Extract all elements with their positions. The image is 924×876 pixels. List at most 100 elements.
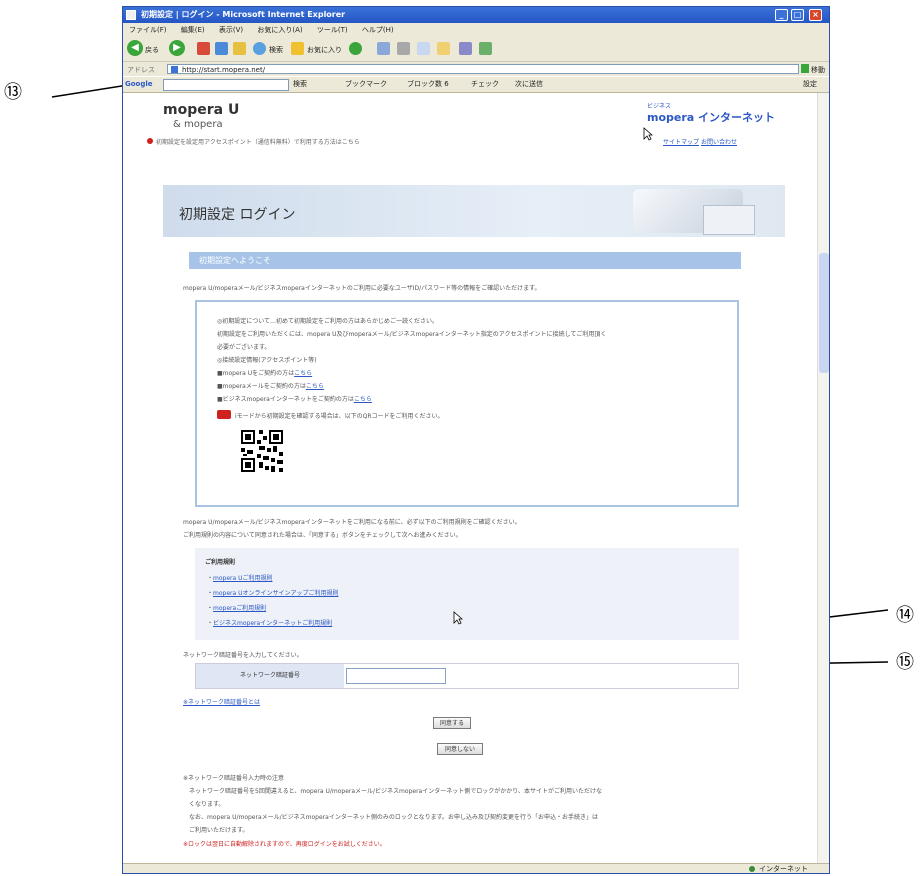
access-point-link[interactable]: こちら	[306, 383, 324, 390]
forward-icon[interactable]: ▶	[169, 40, 185, 56]
settings-button[interactable]: 設定	[803, 77, 817, 92]
network-password-help-link[interactable]: ※ネットワーク暗証番号とは	[183, 697, 260, 706]
imode-icon	[217, 410, 231, 419]
google-logo[interactable]: Google	[125, 77, 153, 92]
terms-link-mopera-u: ・mopera Uご利用規則	[207, 575, 273, 582]
network-password-row: ネットワーク暗証番号	[195, 663, 739, 689]
terms-link-business: ・ビジネスmoperaインターネットご利用規則	[207, 620, 333, 627]
site-map-link[interactable]: サイトマップ	[663, 137, 699, 146]
back-label[interactable]: 戻る	[145, 45, 159, 55]
terms-link[interactable]: ビジネスmoperaインターネットご利用規則	[213, 620, 332, 627]
status-bar: インターネット	[123, 863, 829, 873]
globe-icon	[749, 866, 755, 872]
terms-link-mopera: ・moperaご利用規則	[207, 605, 267, 612]
maximize-button[interactable]: □	[791, 9, 804, 21]
browser-window: 初期設定 | ログイン - Microsoft Internet Explore…	[122, 6, 830, 874]
favorites-label[interactable]: お気に入り	[307, 45, 342, 55]
note-line-4: ご利用いただけます。	[189, 827, 249, 834]
edit-icon[interactable]	[417, 42, 430, 55]
search-label[interactable]: 検索	[269, 45, 283, 55]
menu-bar: ファイル(F) 編集(E) 表示(V) お気に入り(A) ツール(T) ヘルプ(…	[123, 23, 829, 37]
menu-view[interactable]: 表示(V)	[219, 26, 243, 34]
google-search-button[interactable]: 検索	[293, 77, 307, 92]
address-input[interactable]: http://start.mopera.net/	[167, 64, 799, 74]
logo-main: mopera U	[163, 102, 240, 118]
agree-button[interactable]: 同意する	[433, 717, 471, 729]
refresh-icon[interactable]	[215, 42, 228, 55]
menu-favorites[interactable]: お気に入り(A)	[257, 26, 302, 34]
access-point-prefix: ■mopera Uをご契約の方は	[217, 370, 295, 377]
scrollbar-thumb[interactable]	[819, 253, 829, 373]
access-point-link[interactable]: こちら	[354, 396, 372, 403]
box-line-2: 初期設定をご利用いただくには、mopera U及びmoperaメール/ビジネスm…	[217, 331, 607, 338]
terms-link-signup: ・mopera Uオンラインサインアップご利用規則	[207, 590, 339, 597]
address-label: アドレス	[127, 66, 155, 74]
address-bar: アドレス http://start.mopera.net/ 移動	[123, 62, 829, 76]
access-point-prefix: ■ビジネスmoperaインターネットをご契約の方は	[217, 396, 354, 403]
vertical-scrollbar[interactable]	[817, 93, 829, 863]
page-banner: 初期設定 ログイン	[163, 185, 785, 237]
laptop-illustration	[703, 205, 755, 235]
mail-icon[interactable]	[377, 42, 390, 55]
menu-help[interactable]: ヘルプ(H)	[362, 26, 394, 34]
note-line-2: くなります。	[189, 801, 225, 808]
disagree-button[interactable]: 同意しない	[437, 743, 483, 755]
toolbar: ◀ 戻る ▶ 検索 お気に入り	[123, 37, 829, 62]
access-point-business: ■ビジネスmoperaインターネットをご契約の方はこちら	[217, 394, 372, 403]
cursor-icon	[453, 611, 463, 625]
page-icon	[171, 66, 178, 73]
address-url: http://start.mopera.net/	[182, 66, 266, 74]
access-point-mopera-mail: ■moperaメールをご契約の方はこちら	[217, 381, 324, 390]
folder-icon[interactable]	[437, 42, 450, 55]
cursor-icon	[643, 127, 653, 141]
intro-text: mopera U/moperaメール/ビジネスmoperaインターネットのご利用…	[183, 285, 541, 292]
terms-box: ご利用規則 ・mopera Uご利用規則 ・mopera Uオンラインサインアッ…	[195, 548, 739, 640]
menu-edit[interactable]: 編集(E)	[181, 26, 205, 34]
access-point-link[interactable]: こちら	[294, 370, 312, 377]
research-icon[interactable]	[459, 42, 472, 55]
mopera-u-logo[interactable]: mopera U	[163, 99, 239, 118]
back-icon[interactable]: ◀	[127, 40, 143, 56]
terms-link[interactable]: mopera Uご利用規則	[213, 575, 272, 582]
box-line-4: ◎接続設定情報(アクセスポイント等)	[217, 357, 317, 364]
go-icon[interactable]	[801, 64, 809, 73]
home-icon[interactable]	[233, 42, 246, 55]
bookmarks-button[interactable]: ブックマーク	[345, 77, 387, 92]
network-password-input[interactable]	[346, 668, 446, 684]
messenger-icon[interactable]	[479, 42, 492, 55]
search-icon[interactable]	[253, 42, 266, 55]
notice-link[interactable]: 初期設定を設定用アクセスポイント（通信料無料）で利用する方法はこちら	[156, 137, 360, 146]
history-icon[interactable]	[349, 42, 362, 55]
network-prompt: ネットワーク暗証番号を入力してください。	[183, 652, 303, 659]
contact-link[interactable]: お問い合わせ	[701, 137, 737, 146]
google-search-input[interactable]	[163, 79, 289, 91]
logo-sub: & mopera	[173, 119, 223, 130]
box-line-1: ◎初期設定について…初めて初期設定をご利用の方はあらかじめご一読ください。	[217, 318, 439, 325]
favorites-icon[interactable]	[291, 42, 304, 55]
menu-tools[interactable]: ツール(T)	[317, 26, 348, 34]
ie-icon	[126, 10, 136, 20]
biz-logo[interactable]: mopera インターネット	[647, 109, 775, 125]
google-toolbar: Google 検索 ブックマーク ブロック数 6 チェック 次に送信 設定	[123, 77, 829, 93]
menu-file[interactable]: ファイル(F)	[129, 26, 167, 34]
send-button[interactable]: 次に送信	[515, 77, 543, 92]
popup-blocked[interactable]: ブロック数 6	[407, 77, 449, 92]
access-point-mopera-u: ■mopera Uをご契約の方はこちら	[217, 368, 312, 377]
terms-link[interactable]: mopera Uオンラインサインアップご利用規則	[213, 590, 338, 597]
notice-icon	[147, 138, 153, 144]
note-line-1: ネットワーク暗証番号を5回間違えると、mopera U/moperaメール/ビジ…	[189, 788, 602, 795]
note-title: ※ネットワーク暗証番号入力時の注意	[183, 775, 285, 782]
terms-link[interactable]: moperaご利用規則	[213, 605, 266, 612]
terms-intro-1: mopera U/moperaメール/ビジネスmoperaインターネットをご利用…	[183, 519, 521, 526]
print-icon[interactable]	[397, 42, 410, 55]
lock-warning: ※ロックは翌日に自動解除されますので、再度ログインをお試しください。	[183, 841, 386, 848]
go-button[interactable]: 移動	[811, 65, 825, 75]
title-bar: 初期設定 | ログイン - Microsoft Internet Explore…	[123, 7, 829, 23]
minimize-button[interactable]: _	[775, 9, 788, 21]
check-button[interactable]: チェック	[471, 77, 499, 92]
qr-code	[239, 428, 285, 474]
status-zone: インターネット	[759, 865, 808, 873]
stop-icon[interactable]	[197, 42, 210, 55]
close-button[interactable]: ×	[809, 9, 822, 21]
note-line-3: なお、mopera U/moperaメール/ビジネスmoperaインターネット側…	[189, 814, 599, 821]
